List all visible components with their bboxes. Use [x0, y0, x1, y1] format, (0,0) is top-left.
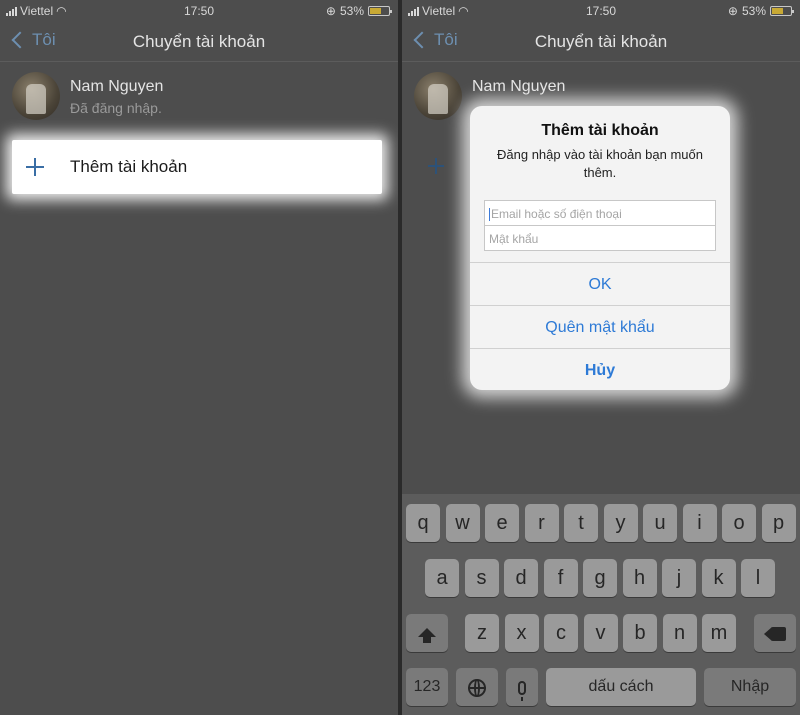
battery-percent: 53% — [339, 4, 364, 18]
account-row[interactable]: Nam Nguyen Đã đăng nhập. — [0, 68, 398, 128]
return-key[interactable]: Nhập — [704, 668, 796, 706]
keyboard: qwertyuiop asdfghjkl zxcvbnm 123 dấu các… — [402, 494, 800, 715]
keyboard-row-3: zxcvbnm — [402, 614, 800, 652]
avatar — [12, 72, 60, 120]
key-c[interactable]: c — [544, 614, 578, 652]
key-o[interactable]: o — [722, 504, 756, 542]
dialog-message: Đăng nhập vào tài khoản bạn muốn thêm. — [497, 147, 703, 180]
account-name: Nam Nguyen — [70, 78, 164, 95]
avatar — [414, 72, 462, 120]
space-key[interactable]: dấu cách — [546, 668, 696, 706]
key-v[interactable]: v — [583, 614, 618, 652]
nav-bar: Tôi Chuyển tài khoản — [402, 22, 800, 62]
keyboard-row-4: 123 dấu cách Nhập — [402, 668, 800, 706]
key-p[interactable]: p — [761, 504, 796, 542]
key-f[interactable]: f — [543, 559, 578, 597]
text-cursor — [489, 208, 490, 222]
email-field[interactable]: Email hoặc số điện thoại — [484, 200, 716, 226]
account-name: Nam Nguyen — [472, 78, 566, 95]
key-z[interactable]: z — [465, 614, 499, 652]
email-placeholder: Email hoặc số điện thoại — [491, 207, 622, 221]
plus-icon — [26, 158, 44, 176]
key-n[interactable]: n — [662, 614, 697, 652]
key-k[interactable]: k — [701, 559, 736, 597]
microphone-icon — [518, 680, 526, 701]
account-status: Đã đăng nhập. — [70, 100, 162, 116]
cancel-button[interactable]: Hủy — [470, 348, 730, 390]
password-field[interactable]: Mật khẩu — [484, 225, 716, 251]
battery-group: ⊕ 53% — [325, 4, 392, 18]
key-m[interactable]: m — [702, 614, 736, 652]
left-screen: Viettel ◠ 17:50 ⊕ 53% Tôi Chuyển tài kho… — [0, 0, 398, 715]
nav-bar: Tôi Chuyển tài khoản — [0, 22, 398, 62]
battery-group: ⊕ 53% — [727, 4, 794, 18]
status-bar: Viettel ◠ 17:50 ⊕ 53% — [402, 0, 800, 22]
battery-percent: 53% — [741, 4, 766, 18]
key-h[interactable]: h — [622, 559, 657, 597]
page-title: Chuyển tài khoản — [132, 32, 266, 51]
keyboard-row-1: qwertyuiop — [402, 504, 800, 542]
right-screen: Viettel ◠ 17:50 ⊕ 53% Tôi Chuyển tài kho… — [402, 0, 800, 715]
shift-key[interactable] — [406, 614, 448, 652]
backspace-icon — [764, 626, 786, 641]
key-r[interactable]: r — [524, 504, 559, 542]
key-a[interactable]: a — [425, 559, 459, 597]
rotation-lock-icon: ⊕ — [325, 4, 336, 18]
key-g[interactable]: g — [583, 559, 617, 597]
rotation-lock-icon: ⊕ — [727, 4, 738, 18]
key-u[interactable]: u — [643, 504, 677, 542]
status-bar: Viettel ◠ 17:50 ⊕ 53% — [0, 0, 398, 22]
key-t[interactable]: t — [564, 504, 598, 542]
key-l[interactable]: l — [741, 559, 775, 597]
numbers-key[interactable]: 123 — [406, 668, 448, 706]
battery-icon — [770, 6, 794, 16]
dialog-title: Thêm tài khoản — [541, 122, 659, 139]
key-y[interactable]: y — [603, 504, 638, 542]
globe-icon — [468, 678, 486, 697]
add-account-row[interactable]: Thêm tài khoản — [12, 140, 382, 194]
key-b[interactable]: b — [623, 614, 657, 652]
plus-icon — [428, 158, 444, 174]
battery-icon — [368, 6, 392, 16]
ok-button[interactable]: OK — [470, 262, 730, 305]
page-title: Chuyển tài khoản — [534, 32, 668, 51]
globe-key[interactable] — [456, 668, 498, 706]
dictation-key[interactable] — [506, 668, 538, 706]
key-x[interactable]: x — [504, 614, 539, 652]
forgot-password-button[interactable]: Quên mật khẩu — [470, 305, 730, 348]
backspace-key[interactable] — [754, 614, 796, 652]
key-q[interactable]: q — [406, 504, 440, 542]
key-i[interactable]: i — [682, 504, 717, 542]
key-d[interactable]: d — [504, 559, 538, 597]
key-w[interactable]: w — [445, 504, 480, 542]
add-account-dialog: Thêm tài khoản Đăng nhập vào tài khoản b… — [470, 106, 730, 390]
add-account-label: Thêm tài khoản — [70, 157, 188, 176]
password-placeholder: Mật khẩu — [489, 232, 539, 246]
shift-icon — [418, 628, 436, 643]
key-e[interactable]: e — [485, 504, 519, 542]
key-j[interactable]: j — [662, 559, 696, 597]
key-s[interactable]: s — [464, 559, 499, 597]
keyboard-row-2: asdfghjkl — [402, 559, 800, 597]
